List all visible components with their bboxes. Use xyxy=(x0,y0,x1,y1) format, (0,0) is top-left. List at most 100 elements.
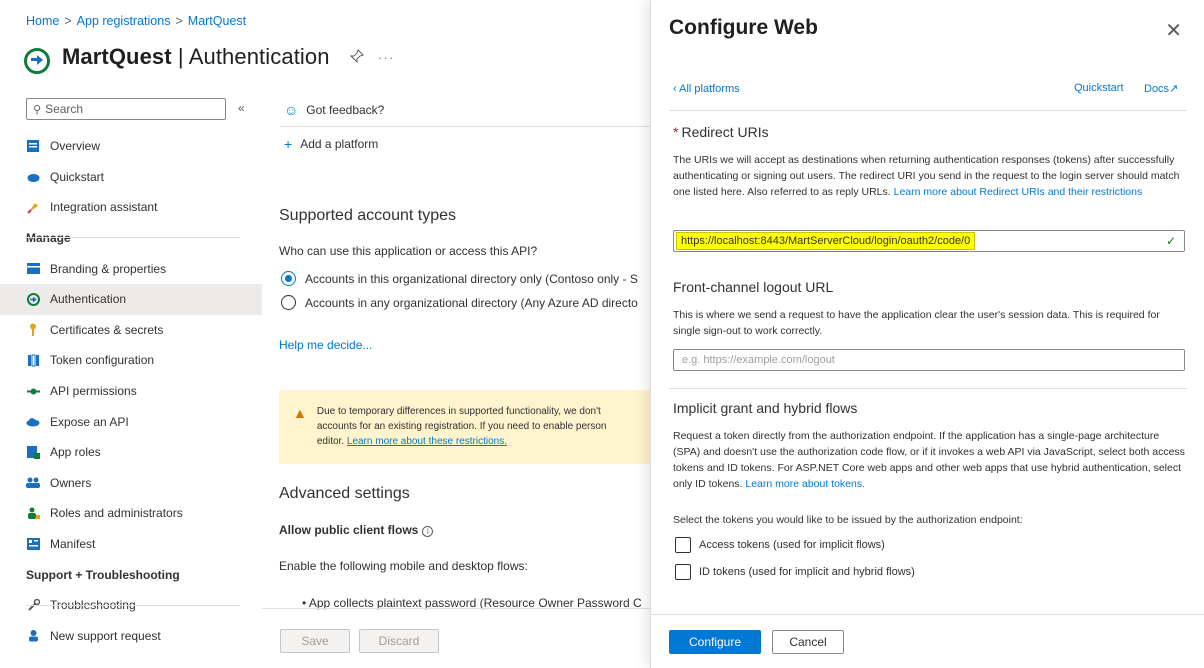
sidebar-search-input[interactable]: ⚲ Search xyxy=(26,98,226,120)
add-platform-label: Add a platform xyxy=(300,137,379,151)
panel-divider xyxy=(669,388,1187,389)
sidebar-item-quickstart[interactable]: Quickstart xyxy=(0,162,262,193)
sidebar-item-app-roles[interactable]: App roles xyxy=(0,437,262,468)
sidebar-item-api-permissions[interactable]: API permissions xyxy=(0,376,262,407)
branding-icon xyxy=(26,262,40,276)
radio-button[interactable] xyxy=(281,295,296,310)
select-tokens-text: Select the tokens you would like to be i… xyxy=(673,514,1023,526)
quickstart-link[interactable]: Quickstart xyxy=(1074,82,1124,94)
advanced-settings-heading: Advanced settings xyxy=(279,485,410,502)
info-icon[interactable]: i xyxy=(422,526,434,537)
nav-divider xyxy=(26,237,240,238)
breadcrumb-app-registrations[interactable]: App registrations xyxy=(77,14,171,28)
sidebar-item-label: API permissions xyxy=(50,384,137,399)
discard-button[interactable]: Discard xyxy=(359,629,439,653)
panel-footer-divider xyxy=(651,614,1204,615)
page-title-app: MartQuest xyxy=(62,44,172,69)
close-icon[interactable]: ✕ xyxy=(1165,18,1182,43)
checkmark-icon: ✓ xyxy=(1165,234,1176,248)
account-question: Who can use this application or access t… xyxy=(279,244,538,258)
redirect-description: The URIs we will accept as destinations … xyxy=(673,152,1188,200)
breadcrumb-separator: > xyxy=(64,14,72,28)
page-header: MartQuest | Authentication ··· xyxy=(24,40,395,74)
id-tokens-checkbox-row[interactable]: ID tokens (used for implicit and hybrid … xyxy=(675,564,915,580)
cancel-button[interactable]: Cancel xyxy=(772,630,844,654)
panel-divider xyxy=(669,110,1187,111)
sidebar-item-owners[interactable]: Owners xyxy=(0,468,262,499)
search-placeholder: Search xyxy=(45,102,84,116)
logout-url-input[interactable]: e.g. https://example.com/logout xyxy=(673,349,1185,371)
radio-label: Accounts in any organizational directory… xyxy=(305,295,638,310)
redirect-learn-more-link[interactable]: Learn more about Redirect URIs and their… xyxy=(894,186,1143,198)
sidebar-item-label: Certificates & secrets xyxy=(50,322,164,337)
sidebar-item-label: App roles xyxy=(50,445,101,460)
implicit-grant-heading: Implicit grant and hybrid flows xyxy=(673,400,858,416)
radio-label: Accounts in this organizational director… xyxy=(305,271,638,286)
warning-text: Due to temporary differences in supporte… xyxy=(317,404,647,464)
authentication-icon xyxy=(26,292,40,306)
warning-banner: ▲ Due to temporary differences in suppor… xyxy=(279,390,650,464)
key-icon xyxy=(26,323,40,337)
sidebar-nav: Overview Quickstart Integration assistan… xyxy=(0,131,262,651)
breadcrumb-home[interactable]: Home xyxy=(26,14,59,28)
warning-line: editor. Learn more about these restricti… xyxy=(317,434,647,449)
token-icon xyxy=(26,353,40,367)
manifest-icon xyxy=(26,537,40,551)
radio-button-checked[interactable] xyxy=(281,271,296,286)
sidebar-item-branding[interactable]: Branding & properties xyxy=(0,253,262,284)
sidebar-item-roles-admins[interactable]: Roles and administrators xyxy=(0,498,262,529)
radio-single-tenant[interactable]: Accounts in this organizational director… xyxy=(281,271,638,286)
tokens-learn-more-link[interactable]: Learn more about tokens. xyxy=(745,478,865,490)
id-tokens-label: ID tokens (used for implicit and hybrid … xyxy=(699,566,915,578)
warning-line: accounts for an existing registration. I… xyxy=(316,421,607,432)
access-tokens-checkbox[interactable] xyxy=(675,537,691,553)
id-tokens-checkbox[interactable] xyxy=(675,564,691,580)
sidebar-item-certificates[interactable]: Certificates & secrets xyxy=(0,315,262,346)
collapse-sidebar-icon[interactable]: « xyxy=(238,101,245,115)
access-tokens-checkbox-row[interactable]: Access tokens (used for implicit flows) xyxy=(675,537,885,553)
got-feedback-button[interactable]: ☺ Got feedback? xyxy=(284,102,384,118)
sidebar-item-label: Integration assistant xyxy=(50,200,158,215)
sidebar-item-authentication[interactable]: Authentication xyxy=(0,283,262,315)
more-options-icon[interactable]: ··· xyxy=(378,49,395,65)
restrictions-link[interactable]: Learn more about these restrictions. xyxy=(347,436,507,447)
configure-button[interactable]: Configure xyxy=(669,630,761,654)
help-me-decide-link[interactable]: Help me decide... xyxy=(279,338,372,352)
sidebar-item-integration-assistant[interactable]: Integration assistant xyxy=(0,192,262,223)
radio-multi-tenant[interactable]: Accounts in any organizational directory… xyxy=(281,295,638,310)
all-platforms-link[interactable]: ‹ All platforms xyxy=(673,83,740,95)
roles-icon xyxy=(26,506,40,520)
warning-line: Due to temporary differences in supporte… xyxy=(316,406,601,417)
pin-icon[interactable] xyxy=(349,48,364,66)
redirect-uris-title: Redirect URIs xyxy=(681,124,769,140)
sidebar-item-manifest[interactable]: Manifest xyxy=(0,529,262,560)
add-platform-button[interactable]: + Add a platform xyxy=(284,136,378,152)
sidebar-item-label: Branding & properties xyxy=(50,261,167,276)
required-mark: * xyxy=(673,124,679,140)
footer-divider xyxy=(262,608,650,609)
sidebar-item-label: Expose an API xyxy=(50,414,129,429)
configure-web-panel: Configure Web ✕ ‹ All platforms Quicksta… xyxy=(650,0,1204,668)
warning-icon: ▲ xyxy=(293,405,307,421)
logout-description: This is where we send a request to have … xyxy=(673,309,1160,337)
sidebar-item-label: New support request xyxy=(50,628,161,643)
sidebar-item-token-configuration[interactable]: Token configuration xyxy=(0,345,262,376)
redirect-uri-input[interactable]: https://localhost:8443/MartServerCloud/l… xyxy=(673,230,1185,252)
overview-icon xyxy=(26,139,40,153)
sidebar-item-label: Authentication xyxy=(50,292,127,307)
sidebar-item-label: Quickstart xyxy=(50,169,105,184)
sidebar-item-new-support-request[interactable]: New support request xyxy=(0,621,262,652)
page-title-page: Authentication xyxy=(188,44,330,69)
sidebar-item-overview[interactable]: Overview xyxy=(0,131,262,162)
docs-link[interactable]: Docs↗ xyxy=(1144,82,1178,95)
allow-public-client-flows-label: Allow public client flows i xyxy=(279,523,434,537)
front-channel-logout-heading: Front-channel logout URL xyxy=(673,279,834,295)
supported-account-types-heading: Supported account types xyxy=(279,207,457,224)
sidebar-item-expose-api[interactable]: Expose an API xyxy=(0,406,262,437)
cloud-icon xyxy=(26,415,40,429)
warning-line-prefix: editor. xyxy=(316,436,345,447)
section-manage: Manage xyxy=(26,231,71,246)
breadcrumb-martquest[interactable]: MartQuest xyxy=(188,14,246,28)
search-icon: ⚲ xyxy=(33,103,42,116)
save-button[interactable]: Save xyxy=(280,629,350,653)
